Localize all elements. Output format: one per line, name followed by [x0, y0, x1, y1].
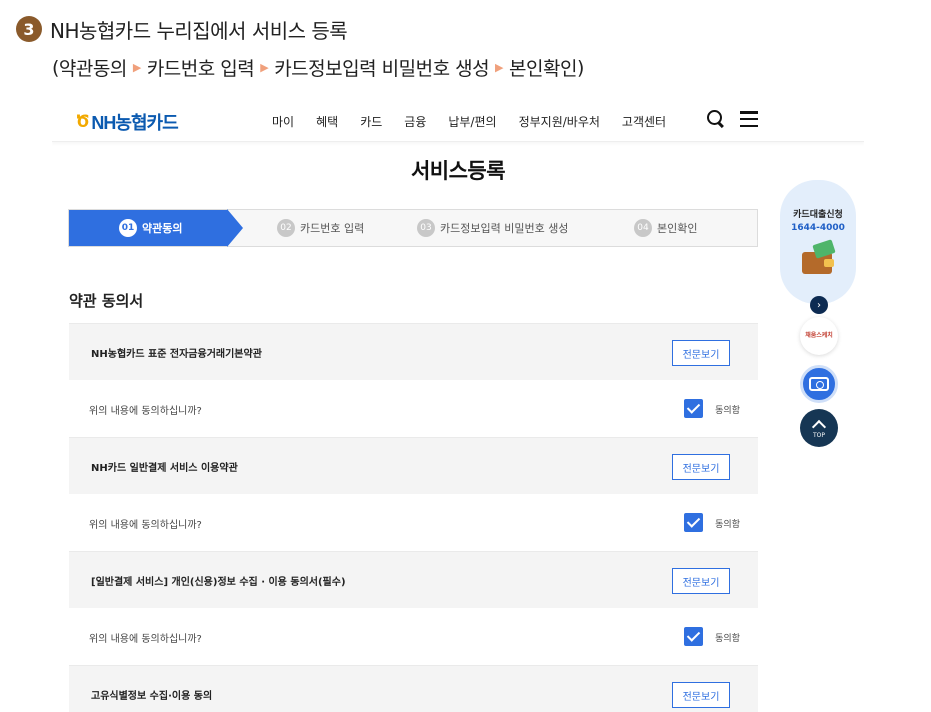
- term-header: [일반결제 서비스] 개인(신용)정보 수집 · 이용 동의서(필수) 전문보기: [69, 551, 758, 608]
- flow-close-paren: ): [576, 56, 584, 79]
- flow-step-3: 카드정보입력 비밀번호 생성: [274, 58, 490, 80]
- section-title: 약관 동의서: [69, 292, 144, 310]
- term-agree-row: 위의 내용에 동의하십니까? 동의함: [69, 608, 758, 665]
- chaeum-sketch-button[interactable]: 채움스케치: [800, 317, 838, 355]
- step-label: 카드정보입력 비밀번호 생성: [440, 222, 569, 235]
- nav-item-benefits[interactable]: 혜택: [316, 113, 338, 130]
- view-full-button[interactable]: 전문보기: [672, 454, 730, 480]
- nav-item-payment[interactable]: 납부/편의: [448, 113, 496, 130]
- agree-question: 위의 내용에 동의하십니까?: [89, 634, 202, 645]
- flow-arrow-icon: ▶: [260, 61, 269, 74]
- header-icons: [706, 109, 758, 129]
- term-title: [일반결제 서비스] 개인(신용)정보 수집 · 이용 동의서(필수): [91, 577, 346, 588]
- page-title: 서비스등록: [410, 159, 506, 183]
- card-loan-banner[interactable]: 카드대출신청 1644-4000: [780, 180, 856, 304]
- flow-open-paren: (: [52, 56, 59, 79]
- flow-arrow-icon: ▶: [132, 61, 141, 74]
- agree-checkbox[interactable]: [684, 399, 703, 418]
- term-agree-row: 위의 내용에 동의하십니까? 동의함: [69, 494, 758, 551]
- agree-question: 위의 내용에 동의하십니까?: [89, 520, 202, 531]
- step-label: 본인확인: [657, 222, 698, 235]
- caption-title-row: 3 NH농협카드 누리집에서 서비스 등록: [16, 14, 584, 44]
- money-icon: [809, 377, 829, 391]
- logo-mark-icon: Ծ: [76, 112, 90, 132]
- nav-item-support[interactable]: 고객센터: [622, 113, 666, 130]
- nav-item-my[interactable]: 마이: [272, 113, 294, 130]
- agree-question: 위의 내용에 동의하십니까?: [89, 406, 202, 417]
- loan-phone: 1644-4000: [791, 223, 845, 233]
- term-title: NH카드 일반결제 서비스 이용약관: [91, 463, 238, 474]
- term-header: NH카드 일반결제 서비스 이용약관 전문보기: [69, 437, 758, 494]
- nav-item-finance[interactable]: 금융: [404, 113, 426, 130]
- flow-step-2: 카드번호 입력: [146, 58, 255, 80]
- main-nav: 마이 혜택 카드 금융 납부/편의 정부지원/바우처 고객센터: [272, 113, 666, 130]
- term-agree-row: 위의 내용에 동의하십니까? 동의함: [69, 380, 758, 437]
- flow-arrow-icon: ▶: [495, 61, 504, 74]
- step-number-badge: 3: [16, 16, 42, 42]
- money-button[interactable]: [800, 365, 838, 403]
- term-header: 고유식별정보 수집·이용 동의 전문보기: [69, 665, 758, 712]
- step-password: 03 카드정보입력 비밀번호 생성: [417, 210, 568, 246]
- agree-label[interactable]: 동의함: [715, 517, 740, 530]
- caption-flow: ( 약관동의 ▶ 카드번호 입력 ▶ 카드정보입력 비밀번호 생성 ▶ 본인확인…: [52, 54, 584, 81]
- service-registration-screen: Ծ NH농협카드 마이 혜택 카드 금융 납부/편의 정부지원/바우처 고객센터…: [52, 100, 864, 712]
- flow-step-1: 약관동의: [58, 58, 127, 80]
- term-header: NH농협카드 표준 전자금융거래기본약관 전문보기: [69, 323, 758, 380]
- step-number: 03: [417, 219, 435, 237]
- agree-label[interactable]: 동의함: [715, 403, 740, 416]
- active-step-arrow: [227, 209, 243, 247]
- view-full-button[interactable]: 전문보기: [672, 340, 730, 366]
- search-icon[interactable]: [706, 109, 726, 129]
- step-identity: 04 본인확인: [634, 210, 697, 246]
- step-terms: 01 약관동의: [69, 210, 227, 246]
- step-progress: 01 약관동의 02 카드번호 입력 03 카드정보입력 비밀번호 생성 04 …: [68, 209, 758, 247]
- step-number: 02: [277, 219, 295, 237]
- nav-item-voucher[interactable]: 정부지원/바우처: [519, 113, 600, 130]
- term-title: 고유식별정보 수집·이용 동의: [91, 691, 213, 702]
- loan-title: 카드대출신청: [793, 210, 843, 220]
- step-label: 카드번호 입력: [300, 222, 365, 235]
- hamburger-icon[interactable]: [740, 111, 758, 127]
- view-full-button[interactable]: 전문보기: [672, 568, 730, 594]
- step-label: 약관동의: [142, 222, 183, 235]
- flow-step-4: 본인확인: [509, 58, 577, 80]
- quick-menu: 카드대출신청 1644-4000 › 채움스케치 TOP: [780, 180, 856, 447]
- step-card-number: 02 카드번호 입력: [277, 210, 364, 246]
- next-arrow-button[interactable]: ›: [810, 296, 828, 314]
- top-button[interactable]: TOP: [800, 409, 838, 447]
- agree-checkbox[interactable]: [684, 513, 703, 532]
- logo-text: NH농협카드: [91, 113, 178, 133]
- term-title: NH농협카드 표준 전자금융거래기본약관: [91, 349, 262, 360]
- caption-title: NH농협카드 누리집에서 서비스 등록: [50, 18, 348, 43]
- nh-card-logo[interactable]: Ծ NH농협카드: [76, 109, 179, 135]
- nav-item-card[interactable]: 카드: [360, 113, 382, 130]
- view-full-button[interactable]: 전문보기: [672, 682, 730, 708]
- terms-list: NH농협카드 표준 전자금융거래기본약관 전문보기 위의 내용에 동의하십니까?…: [69, 323, 758, 712]
- agree-checkbox[interactable]: [684, 627, 703, 646]
- wallet-icon: [802, 252, 834, 274]
- agree-label[interactable]: 동의함: [715, 631, 740, 644]
- step-number: 01: [119, 219, 137, 237]
- caption: 3 NH농협카드 누리집에서 서비스 등록 ( 약관동의 ▶ 카드번호 입력 ▶…: [16, 14, 584, 81]
- global-header: Ծ NH농협카드 마이 혜택 카드 금융 납부/편의 정부지원/바우처 고객센터: [52, 100, 864, 142]
- step-number: 04: [634, 219, 652, 237]
